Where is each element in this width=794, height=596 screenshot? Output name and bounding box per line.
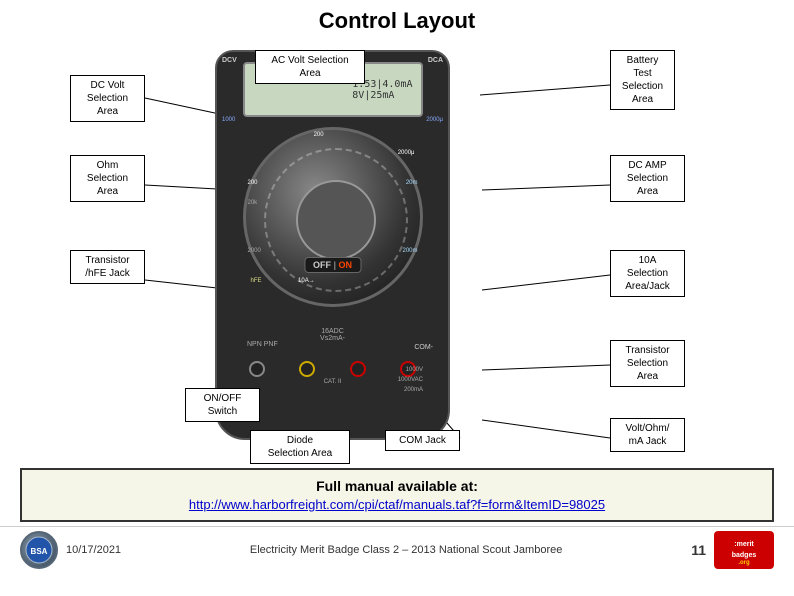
label-transistor-hfe: Transistor/hFE Jack (70, 250, 145, 284)
svg-text:.org: .org (738, 560, 750, 566)
multimeter-image: 1.53|4.0mA8V|25mA DCV DCA 1000 2000μ 200… (215, 50, 450, 440)
page-title: Control Layout (20, 8, 774, 34)
footer-page-number: 11 (691, 542, 706, 558)
label-diode: DiodeSelection Area (250, 430, 350, 464)
mm-onoff-switch: OFF | ON (304, 257, 361, 273)
svg-text:badges: badges (731, 552, 756, 559)
svg-text::merit: :merit (734, 541, 754, 548)
svg-text:BSA: BSA (31, 547, 48, 556)
diagram-container: 1.53|4.0mA8V|25mA DCV DCA 1000 2000μ 200… (20, 40, 774, 460)
mm-jacks (232, 361, 433, 377)
main-content: Control Layout (0, 0, 794, 464)
label-dc-volt: DC VoltSelectionArea (70, 75, 145, 122)
mm-dial-outer: 200 2000μ 20m 200m 10A→ 200 20k 2000 hFE (243, 127, 423, 307)
mm-dial-inner (296, 180, 376, 260)
label-onoff: ON/OFFSwitch (185, 388, 260, 422)
label-battery-test: BatteryTestSelectionArea (610, 50, 675, 110)
mm-off-label: OFF (313, 260, 334, 270)
label-volt-ohm: Volt/Ohm/mA Jack (610, 418, 685, 452)
mm-jack-com (299, 361, 315, 377)
full-manual-title: Full manual available at: (37, 478, 757, 494)
full-manual-url[interactable]: http://www.harborfreight.com/cpi/ctaf/ma… (37, 497, 757, 512)
label-com-jack: COM Jack (385, 430, 460, 451)
mm-jack-npn (249, 361, 265, 377)
label-transistor-sel: TransistorSelectionArea (610, 340, 685, 387)
label-ohm: OhmSelectionArea (70, 155, 145, 202)
label-10a: 10ASelectionArea/Jack (610, 250, 685, 297)
footer-logo-left: BSA (20, 531, 58, 569)
label-ac-volt: AC Volt Selection Area (255, 50, 365, 84)
label-dc-amp: DC AMPSelectionArea (610, 155, 685, 202)
footer-logo-right: :merit badges .org (714, 531, 774, 569)
mm-npn-pnp: NPN PNF (247, 341, 278, 348)
footer-center-text: Electricity Merit Badge Class 2 – 2013 N… (131, 544, 681, 556)
bottom-section: Full manual available at: http://www.har… (20, 468, 774, 522)
footer-left: BSA 10/17/2021 (20, 531, 121, 569)
footer-right: 11 :merit badges .org (691, 531, 774, 569)
mm-dial: 200 2000μ 20m 200m 10A→ 200 20k 2000 hFE (238, 122, 428, 312)
mm-jack-volt (350, 361, 366, 377)
footer: BSA 10/17/2021 Electricity Merit Badge C… (0, 526, 794, 573)
mm-on-label: ON (339, 260, 353, 270)
footer-date: 10/17/2021 (66, 544, 121, 556)
page: Control Layout (0, 0, 794, 596)
mm-bottom: 16ADC Vs2mA- NPN PNF 1000V 1000VAC 200mA… (232, 328, 433, 408)
